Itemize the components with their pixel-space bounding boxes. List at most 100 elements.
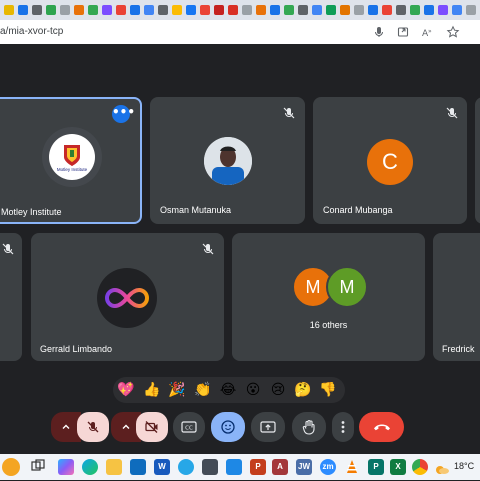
tab-favicon-icon[interactable] [424,5,434,15]
reaction-party-popper[interactable]: 🎉 [167,380,187,400]
microphone-icon[interactable] [372,25,386,39]
tab-favicon-icon[interactable] [172,5,182,15]
tab-favicon-icon[interactable] [158,5,168,15]
reaction-thumbs-up[interactable]: 👍 [142,380,162,400]
present-screen-button[interactable] [251,412,285,442]
powerpoint-icon[interactable]: P [250,459,266,475]
tab-favicon-icon[interactable] [340,5,350,15]
tab-favicon-icon[interactable] [116,5,126,15]
install-icon[interactable] [396,25,410,39]
more-options-icon[interactable]: ••• [112,105,130,123]
tab-favicon-icon[interactable] [396,5,406,15]
captions-button[interactable]: CC [173,412,205,442]
mic-toggle-button[interactable] [77,412,109,442]
reaction-sad[interactable]: 😢 [268,380,288,400]
outlook-icon[interactable] [130,459,146,475]
infinity-icon [97,268,157,328]
tab-favicon-icon[interactable] [60,5,70,15]
telegram-icon[interactable] [178,459,194,475]
participant-tile-partial-left[interactable] [0,233,22,361]
camera-off-icon [144,420,160,434]
tab-favicon-icon[interactable] [298,5,308,15]
tab-favicon-icon[interactable] [326,5,336,15]
camera-toggle-button[interactable] [136,412,168,442]
emoji-reactions-button[interactable] [211,412,245,442]
url-text[interactable]: a/mia-xvor-tcp [0,26,63,37]
participant-tile-motley-institute[interactable]: Motley Institute ••• Motley Institute [0,97,142,224]
tab-favicon-icon[interactable] [368,5,378,15]
leave-call-button[interactable] [359,412,404,442]
tab-favicon-icon[interactable] [46,5,56,15]
participant-name: Conard Mubanga [323,205,393,215]
participant-tile-osman-mutanuka[interactable]: Osman Mutanuka [150,97,305,224]
publisher-icon[interactable]: P [368,459,384,475]
tab-favicon-icon[interactable] [312,5,322,15]
tab-favicon-icon[interactable] [256,5,266,15]
weather-cloud-icon [434,460,450,472]
tab-favicon-icon[interactable] [130,5,140,15]
tab-favicon-icon[interactable] [32,5,42,15]
tab-favicon-icon[interactable] [452,5,462,15]
tab-favicon-icon[interactable] [102,5,112,15]
excel-icon[interactable]: X [390,459,406,475]
vlc-icon[interactable] [344,459,360,475]
chevron-up-icon [121,422,131,432]
tab-favicon-icon[interactable] [466,5,476,15]
svg-text:»: » [428,28,432,35]
tab-favicon-icon[interactable] [18,5,28,15]
mic-off-icon [445,105,459,119]
tab-favicon-icon[interactable] [284,5,294,15]
word-icon[interactable]: W [154,459,170,475]
raise-hand-button[interactable] [292,412,326,442]
tab-favicon-icon[interactable] [242,5,252,15]
tab-favicon-icon[interactable] [354,5,364,15]
tab-favicon-icon[interactable] [200,5,210,15]
browser-tab-strip: ✕+ [0,0,480,20]
tab-favicon-icon[interactable] [186,5,196,15]
copilot-icon[interactable] [58,459,74,475]
tab-favicon-icon[interactable] [382,5,392,15]
address-bar[interactable]: a/mia-xvor-tcp A» [0,20,480,44]
logo-caption: Motley Institute [57,167,88,172]
reaction-surprised[interactable]: 😮 [243,380,263,400]
jw-icon[interactable]: JW [296,459,312,475]
svg-text:CC: CC [185,426,193,432]
tab-favicon-icon[interactable] [270,5,280,15]
edge-icon[interactable] [82,459,98,475]
participant-tile-conard-mubanga[interactable]: C Conard Mubanga [313,97,467,224]
tab-favicon-icon[interactable] [214,5,224,15]
chevron-up-icon [61,422,71,432]
vscode-icon[interactable] [226,459,242,475]
participant-name: Osman Mutanuka [160,205,231,215]
reaction-tears-of-joy[interactable]: 😂 [218,380,238,400]
reader-mode-icon[interactable]: A» [420,25,434,39]
tab-favicon-icon[interactable] [228,5,238,15]
others-count: 16 others [232,320,425,330]
participant-tile-gerrald-limbando[interactable]: Gerrald Limbando [31,233,224,361]
reaction-clapping[interactable]: 👏 [193,380,213,400]
participant-tile-fredrick[interactable]: Fredrick [433,233,480,361]
tab-favicon-icon[interactable] [88,5,98,15]
mic-off-icon [282,105,296,119]
tab-favicon-icon[interactable] [4,5,14,15]
tab-favicon-icon[interactable] [74,5,84,15]
calculator-icon[interactable] [202,459,218,475]
reaction-sparkling-heart[interactable]: 💖 [116,380,136,400]
zoom-icon[interactable]: zm [320,459,336,475]
weather-temp[interactable]: 18°C [454,461,474,471]
reaction-thumbs-down[interactable]: 👎 [318,380,338,400]
tab-favicon-icon[interactable] [438,5,448,15]
participant-tile-partial-right[interactable] [475,97,480,224]
access-icon[interactable]: A [272,459,288,475]
avatar-initial: M [326,266,368,308]
participant-tile-others[interactable]: M M 16 others [232,233,425,361]
reaction-thinking[interactable]: 🤔 [293,380,313,400]
tab-favicon-icon[interactable] [410,5,420,15]
more-options-button[interactable] [332,412,354,442]
file-explorer-icon[interactable] [106,459,122,475]
task-view-icon[interactable] [30,459,46,475]
bookmark-star-icon[interactable] [446,25,460,39]
weather-widget-icon[interactable] [2,458,20,476]
tab-favicon-icon[interactable] [144,5,154,15]
chrome-icon[interactable] [412,459,428,475]
